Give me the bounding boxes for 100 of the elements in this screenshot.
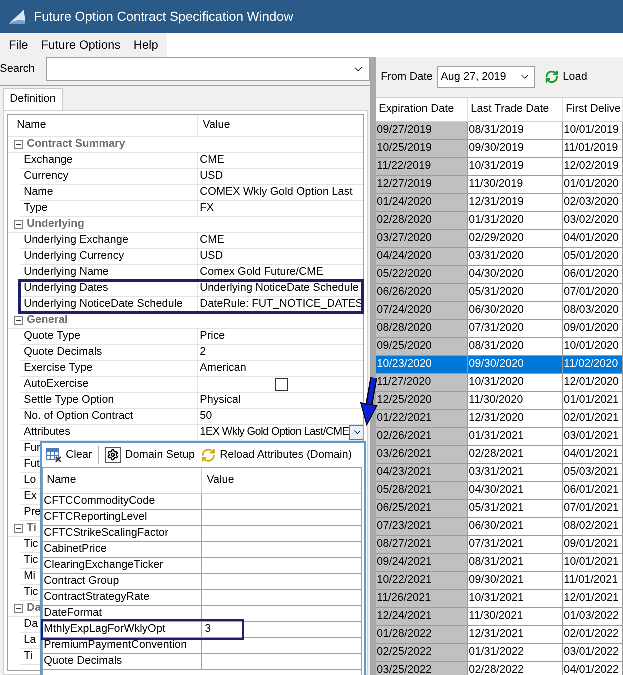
table-cell-text: 10/25/2019 xyxy=(377,141,432,156)
table-cell-text: 05/01/2020 xyxy=(564,249,620,264)
property-value: Comex Gold Future/CME xyxy=(200,265,324,280)
property-value: 50 xyxy=(200,409,212,424)
attribute-name: CFTCStrikeScalingFactor xyxy=(44,527,169,540)
table-row[interactable]: 09/27/2019 08/31/2019 10/01/2019 xyxy=(376,122,623,140)
table-row[interactable]: 01/22/2021 12/31/2020 02/01/2021 xyxy=(376,410,623,428)
table-row[interactable]: 12/27/2019 11/30/2019 01/01/2020 xyxy=(376,176,623,194)
table-cell-text: 10/01/2019 xyxy=(564,123,620,138)
toolbar-button[interactable]: Clear xyxy=(46,446,92,464)
column-header[interactable]: Name xyxy=(17,117,46,134)
column-header[interactable]: Value xyxy=(207,472,234,489)
table-cell-text: 01/31/2021 xyxy=(469,429,524,444)
table-cell-text: 11/22/2019 xyxy=(377,159,432,174)
table-row[interactable]: 12/25/2020 11/30/2020 01/01/2021 xyxy=(376,392,623,410)
table-row[interactable]: 01/24/2020 12/31/2019 02/03/2020 xyxy=(376,194,623,212)
column-header[interactable]: Expiration Date xyxy=(379,101,454,118)
property-name: Underlying NoticeDate Schedule xyxy=(24,297,183,312)
table-cell-text: 08/02/2021 xyxy=(564,519,620,534)
table-cell-text: 02/28/2020 xyxy=(377,213,432,228)
group-header: General xyxy=(26,313,68,328)
table-row[interactable]: 01/28/2022 12/31/2021 02/01/2022 xyxy=(376,626,623,644)
property-name: Quote Type xyxy=(24,329,81,344)
table-row[interactable]: 11/22/2019 10/31/2019 12/02/2019 xyxy=(376,158,623,176)
table-cell-text: 11/01/2021 xyxy=(564,573,618,588)
property-name: Type xyxy=(24,201,48,216)
attribute-value: 3 xyxy=(205,622,212,638)
table-row[interactable]: 04/23/2021 03/31/2021 05/03/2021 xyxy=(376,464,623,482)
table-row[interactable]: 08/27/2021 07/31/2021 09/01/2021 xyxy=(376,536,623,554)
table-row[interactable]: 11/26/2021 10/31/2021 12/01/2021 xyxy=(376,590,623,608)
property-name: Currency xyxy=(24,169,69,184)
property-name: Ti xyxy=(24,649,33,664)
group-header: Ti xyxy=(26,521,37,536)
table-row[interactable]: 06/25/2021 05/31/2021 07/01/2021 xyxy=(376,500,623,518)
attribute-name: ClearingExchangeTicker xyxy=(44,559,164,572)
table-row[interactable]: 04/24/2020 03/31/2020 05/01/2020 xyxy=(376,248,623,266)
menu-item[interactable]: File xyxy=(3,33,34,57)
table-cell-text: 06/26/2020 xyxy=(377,285,432,300)
property-value: 1EX Wkly Gold Option Last/CME xyxy=(200,425,350,440)
table-row[interactable]: 07/23/2021 06/30/2021 08/02/2021 xyxy=(376,518,623,536)
table-cell-text: 01/31/2020 xyxy=(469,213,524,228)
table-cell-text: 04/01/2020 xyxy=(564,231,620,246)
table-cell-text: 06/25/2021 xyxy=(377,501,432,516)
table-cell-text: 12/01/2021 xyxy=(564,591,620,606)
table-row[interactable]: 03/27/2020 02/29/2020 04/01/2020 xyxy=(376,230,623,248)
from-date-label: From Date xyxy=(381,70,433,85)
table-row[interactable]: 10/23/2020 09/30/2020 11/02/2020 xyxy=(376,356,623,374)
property-value: American xyxy=(200,361,246,376)
table-cell-text: 08/31/2021 xyxy=(469,555,524,570)
toolbar-button[interactable]: Domain Setup xyxy=(105,446,196,464)
table-row[interactable]: 05/28/2021 04/30/2021 06/01/2021 xyxy=(376,482,623,500)
table-cell-text: 02/01/2022 xyxy=(564,627,620,642)
table-cell-text: 05/03/2021 xyxy=(564,465,620,480)
table-cell-text: 04/01/2021 xyxy=(564,447,620,462)
table-row[interactable]: 02/25/2022 01/31/2022 03/01/2022 xyxy=(376,644,623,662)
table-row[interactable]: 12/24/2021 11/30/2021 01/03/2022 xyxy=(376,608,623,626)
toolbar-button[interactable]: Reload Attributes (Domain) xyxy=(201,446,352,464)
menu-item[interactable]: Help xyxy=(128,33,164,57)
attribute-name: DateFormat xyxy=(44,607,102,620)
table-cell-text: 01/03/2022 xyxy=(564,609,620,624)
table-row[interactable]: 09/24/2021 08/31/2021 10/01/2021 xyxy=(376,554,623,572)
column-header[interactable]: Name xyxy=(47,472,76,489)
property-value: DateRule: FUT_NOTICE_DATES xyxy=(200,297,363,312)
table-row[interactable]: 02/28/2020 01/31/2020 03/02/2020 xyxy=(376,212,623,230)
property-name: Tic xyxy=(24,537,38,552)
table-cell-text: 07/24/2020 xyxy=(377,303,432,318)
table-row[interactable]: 03/25/2022 02/28/2022 04/01/2022 xyxy=(376,662,623,675)
table-cell-text: 11/01/2019 xyxy=(564,141,618,156)
property-name: Mi xyxy=(24,569,36,584)
property-name: Attributes xyxy=(24,425,70,440)
table-cell-text: 07/31/2021 xyxy=(469,537,524,552)
table-cell-text: 10/31/2020 xyxy=(469,375,524,390)
table-cell-text: 04/24/2020 xyxy=(377,249,432,264)
menu-item[interactable]: Future Options xyxy=(35,33,127,57)
table-row[interactable]: 07/24/2020 06/30/2020 08/03/2020 xyxy=(376,302,623,320)
table-row[interactable]: 05/22/2020 04/30/2020 06/01/2020 xyxy=(376,266,623,284)
column-header[interactable]: First Delive xyxy=(566,101,622,118)
column-header[interactable]: Value xyxy=(203,117,230,134)
table-row[interactable]: 08/28/2020 07/31/2020 09/01/2020 xyxy=(376,320,623,338)
attribute-name: CFTCCommodityCode xyxy=(44,495,156,508)
date-picker[interactable]: Aug 27, 2019 xyxy=(436,66,535,88)
table-row[interactable]: 11/27/2020 10/31/2020 12/01/2020 xyxy=(376,374,623,392)
table-cell-text: 05/22/2020 xyxy=(377,267,432,282)
attribute-name: PremiumPaymentConvention xyxy=(44,639,188,652)
table-row[interactable]: 10/22/2021 09/30/2021 11/01/2021 xyxy=(376,572,623,590)
property-value: USD xyxy=(200,169,224,184)
property-value: FX xyxy=(200,201,214,216)
property-name: Pre xyxy=(24,505,42,520)
table-cell-text: 08/27/2021 xyxy=(377,537,432,552)
table-row[interactable]: 10/25/2019 09/30/2019 11/01/2019 xyxy=(376,140,623,158)
table-row[interactable]: 06/26/2020 05/31/2020 07/01/2020 xyxy=(376,284,623,302)
load-button[interactable]: Load xyxy=(544,68,588,86)
tab[interactable]: Definition xyxy=(3,88,63,110)
table-cell-text: 01/01/2021 xyxy=(564,393,620,408)
column-header[interactable]: Last Trade Date xyxy=(471,101,550,118)
table-row[interactable]: 03/26/2021 02/28/2021 04/01/2021 xyxy=(376,446,623,464)
attribute-name: ContractStrategyRate xyxy=(44,591,150,604)
table-row[interactable]: 02/26/2021 01/31/2021 03/01/2021 xyxy=(376,428,623,446)
property-name: Fur xyxy=(24,441,40,456)
table-cell-text: 07/31/2020 xyxy=(469,321,524,336)
